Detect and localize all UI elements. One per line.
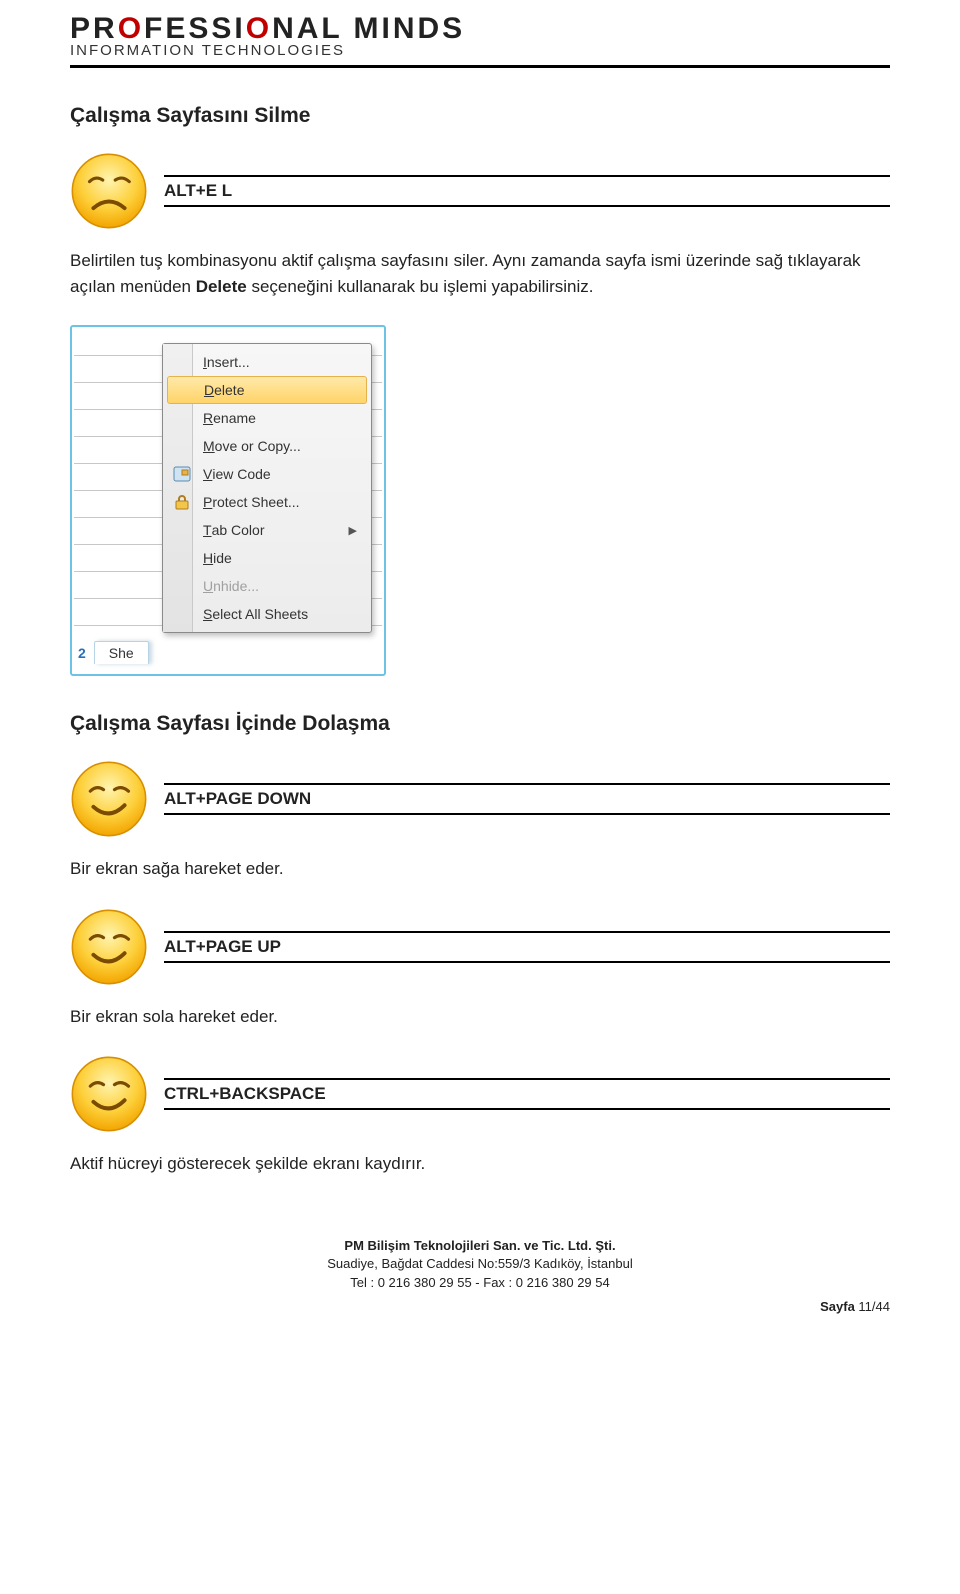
footer-address: Suadiye, Bağdat Caddesi No:559/3 Kadıköy… [70, 1255, 890, 1274]
rule [164, 813, 890, 815]
tab-num: 2 [78, 645, 86, 661]
rule [164, 1108, 890, 1110]
text: seçeneğini kullanarak bu işlemi yapabili… [247, 277, 594, 296]
header-rule [70, 65, 890, 68]
menu-item-view-code[interactable]: View Code [167, 460, 367, 488]
page-total: /44 [872, 1299, 890, 1314]
lock-icon [173, 493, 191, 511]
logo-o-red: O [118, 12, 144, 45]
menu-item-select-all-sheets[interactable]: Select All Sheets [167, 600, 367, 628]
body-text: Belirtilen tuş kombinasyonu aktif çalışm… [70, 248, 890, 299]
context-menu-screenshot: Insert...DeleteRenameMove or Copy...View… [70, 325, 386, 676]
logo: PROFESSIONAL MINDS INFORMATION TECHNOLOG… [70, 12, 890, 59]
text-bold: Delete [196, 277, 247, 296]
logo-main: PROFESSIONAL MINDS [70, 12, 890, 46]
menu-item-tab-color[interactable]: Tab Color▶ [167, 516, 367, 544]
logo-text: PR [70, 12, 118, 45]
sheet-tab-area: 2 She [78, 641, 378, 664]
shortcut-row: CTRL+BACKSPACE [70, 1055, 890, 1133]
shortcut-row: ALT+E L [70, 152, 890, 230]
section-title: Çalışma Sayfası İçinde Dolaşma [70, 712, 890, 736]
context-menu: Insert...DeleteRenameMove or Copy...View… [162, 343, 372, 633]
menu-item-rename[interactable]: Rename [167, 404, 367, 432]
smile-face-icon [70, 1055, 148, 1133]
body-text: Aktif hücreyi gösterecek şekilde ekranı … [70, 1151, 890, 1177]
shortcut-row: ALT+PAGE UP [70, 908, 890, 986]
sheet-tab[interactable]: She [94, 641, 149, 664]
menu-item-insert[interactable]: Insert... [167, 348, 367, 376]
smile-face-icon [70, 760, 148, 838]
footer: PM Bilişim Teknolojileri San. ve Tic. Lt… [70, 1237, 890, 1294]
chevron-right-icon: ▶ [349, 524, 357, 537]
shortcut-row: ALT+PAGE DOWN [70, 760, 890, 838]
section-title: Çalışma Sayfasını Silme [70, 104, 890, 128]
logo-sub: INFORMATION TECHNOLOGIES [70, 42, 890, 59]
shortcut-key: CTRL+BACKSPACE [164, 1080, 890, 1108]
menu-item-delete[interactable]: Delete [167, 376, 367, 404]
footer-phone: Tel : 0 216 380 29 55 - Fax : 0 216 380 … [70, 1274, 890, 1293]
menu-item-hide[interactable]: Hide [167, 544, 367, 572]
shortcut-key: ALT+PAGE UP [164, 933, 890, 961]
shortcut-key: ALT+PAGE DOWN [164, 785, 890, 813]
logo-text: FESSI [144, 12, 246, 45]
logo-o-red: O [246, 12, 272, 45]
menu-item-move-or-copy[interactable]: Move or Copy... [167, 432, 367, 460]
rule [164, 961, 890, 963]
rule [164, 205, 890, 207]
smile-face-icon [70, 908, 148, 986]
body-text: Bir ekran sola hareket eder. [70, 1004, 890, 1030]
logo-text: NAL MINDS [272, 12, 465, 45]
page-label: Sayfa [820, 1299, 858, 1314]
page-number: Sayfa 11/44 [70, 1299, 890, 1314]
code-icon [173, 465, 191, 483]
footer-company: PM Bilişim Teknolojileri San. ve Tic. Lt… [70, 1237, 890, 1256]
menu-item-unhide[interactable]: Unhide... [167, 572, 367, 600]
sad-face-icon [70, 152, 148, 230]
body-text: Bir ekran sağa hareket eder. [70, 856, 890, 882]
menu-item-protect-sheet[interactable]: Protect Sheet... [167, 488, 367, 516]
shortcut-key: ALT+E L [164, 177, 890, 205]
page-cur: 11 [858, 1299, 872, 1314]
